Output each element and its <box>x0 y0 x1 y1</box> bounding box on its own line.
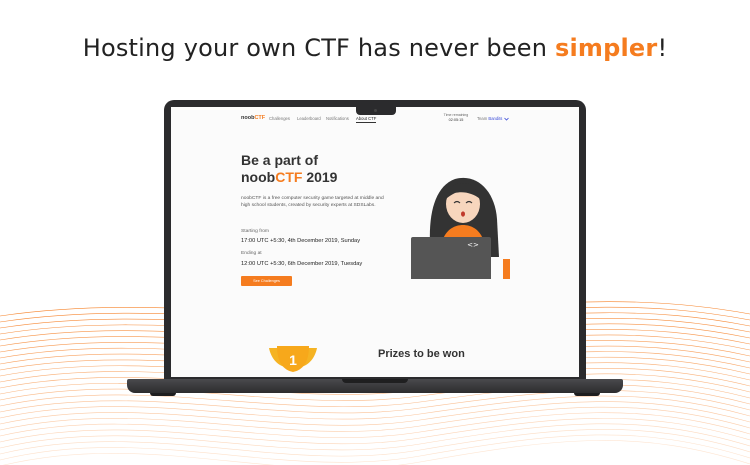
hero-title-accent: CTF <box>275 169 303 185</box>
camera-dot <box>374 109 377 112</box>
hero-title-line2: noobCTF 2019 <box>241 169 337 186</box>
hero-title: Be a part of noobCTF 2019 <box>241 152 337 186</box>
hero-title-prefix: noob <box>241 169 276 185</box>
wave-line <box>0 434 750 463</box>
team-label: Team <box>477 116 488 121</box>
team-name: Bandits <box>488 116 503 121</box>
logo-prefix: noob <box>241 115 255 121</box>
hero-description: noobCTF is a free computer security game… <box>241 196 384 209</box>
start-label: Starting from <box>241 229 269 234</box>
trophy-icon: 1 <box>269 346 317 372</box>
headline-prefix: Hosting your own CTF has never been <box>82 34 555 62</box>
laptop-base <box>127 379 623 393</box>
nav-link-leaderboard[interactable]: Leaderboard <box>297 116 321 121</box>
see-challenges-button[interactable]: See Challenges <box>241 276 292 286</box>
nav-link-about[interactable]: About CTF <box>356 116 377 123</box>
wave-line <box>0 401 750 426</box>
laptop-foot-right <box>574 393 600 396</box>
nav-link-notifications[interactable]: Notifications <box>326 116 349 121</box>
laptop-foot-left <box>150 393 176 396</box>
base-groove <box>342 379 408 383</box>
wave-line <box>0 395 750 420</box>
trophy-number: 1 <box>289 352 297 368</box>
hooded-hacker-illustration: <> <box>411 177 510 279</box>
wave-line <box>0 417 750 445</box>
page-headline: Hosting your own CTF has never been simp… <box>0 34 750 62</box>
hero-title-line1: Be a part of <box>241 152 319 168</box>
start-value: 17:00 UTC +5:30, 4th December 2019, Sund… <box>241 238 361 244</box>
code-icon: <> <box>467 241 479 249</box>
camera-notch <box>356 107 396 115</box>
timer-label: Time remaining <box>443 113 469 117</box>
timer-value: 02:05:15 <box>448 118 464 122</box>
chevron-down-icon <box>503 117 509 121</box>
logo-accent: CTF <box>254 115 266 121</box>
headline-suffix: ! <box>657 34 668 62</box>
nav-link-challenges[interactable]: Challenges <box>269 116 290 121</box>
laptop-screen: noobCTF Challenges Leaderboard Notificat… <box>171 107 579 377</box>
prizes-title: Prizes to be won <box>378 348 465 360</box>
hero-title-year: 2019 <box>302 169 338 185</box>
site-logo[interactable]: noobCTF <box>241 115 265 121</box>
end-value: 12:00 UTC +5:30, 6th December 2019, Tues… <box>241 261 363 267</box>
end-label: Ending at <box>241 251 262 256</box>
team-menu[interactable]: Team Bandits <box>477 116 509 121</box>
headline-accent: simpler <box>555 34 658 62</box>
